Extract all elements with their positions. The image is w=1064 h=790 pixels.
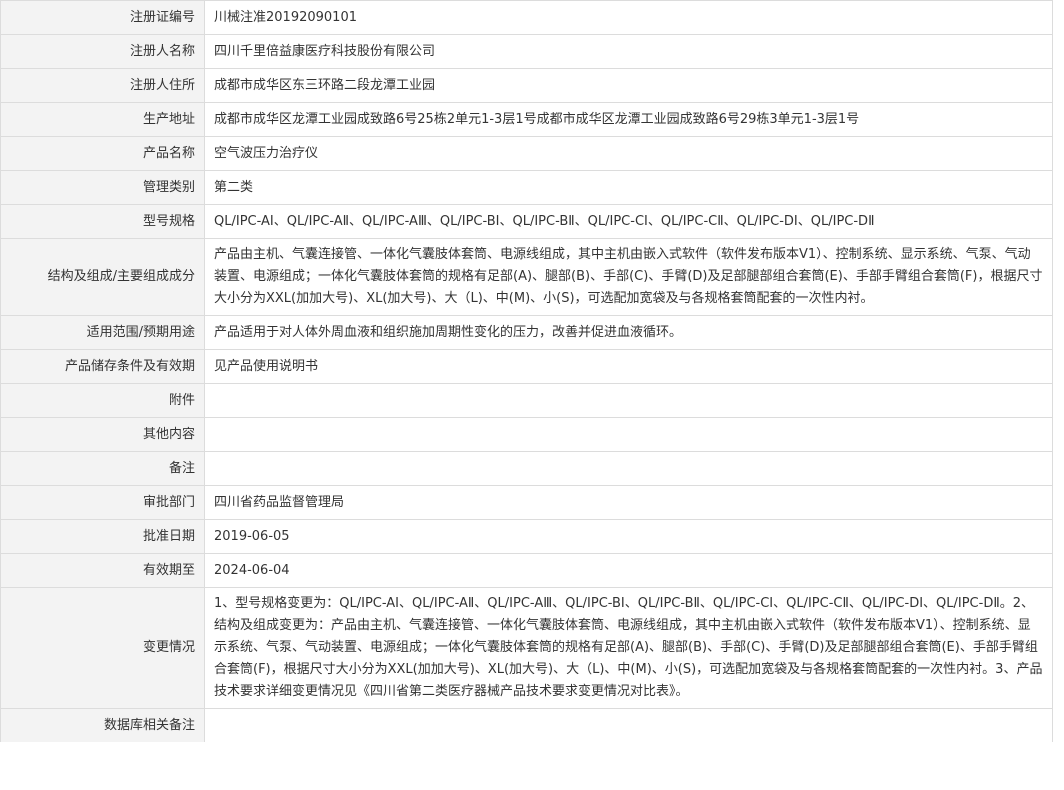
row-label: 型号规格	[0, 204, 205, 239]
row-database-remarks: 数据库相关备注	[0, 708, 1053, 742]
row-label: 适用范围/预期用途	[0, 315, 205, 350]
row-label: 生产地址	[0, 102, 205, 137]
row-label: 管理类别	[0, 170, 205, 205]
row-value: 成都市成华区龙潭工业园成致路6号25栋2单元1-3层1号成都市成华区龙潭工业园成…	[204, 102, 1053, 137]
row-value: 四川千里倍益康医疗科技股份有限公司	[204, 34, 1053, 69]
row-label: 产品名称	[0, 136, 205, 171]
row-value: 2024-06-04	[204, 553, 1053, 588]
row-intended-use: 适用范围/预期用途 产品适用于对人体外周血液和组织施加周期性变化的压力，改善并促…	[0, 315, 1053, 350]
row-value: 成都市成华区东三环路二段龙潭工业园	[204, 68, 1053, 103]
row-other-content: 其他内容	[0, 417, 1053, 452]
row-label: 变更情况	[0, 587, 205, 709]
row-label: 产品储存条件及有效期	[0, 349, 205, 384]
row-product-name: 产品名称 空气波压力治疗仪	[0, 136, 1053, 171]
row-value: 见产品使用说明书	[204, 349, 1053, 384]
row-value: 川械注准20192090101	[204, 0, 1053, 35]
row-valid-until: 有效期至 2024-06-04	[0, 553, 1053, 588]
row-label: 备注	[0, 451, 205, 486]
row-value: 四川省药品监督管理局	[204, 485, 1053, 520]
row-label: 注册证编号	[0, 0, 205, 35]
row-attachment: 附件	[0, 383, 1053, 418]
row-label: 附件	[0, 383, 205, 418]
row-approval-date: 批准日期 2019-06-05	[0, 519, 1053, 554]
row-label: 审批部门	[0, 485, 205, 520]
row-value	[204, 708, 1053, 742]
row-structure-composition: 结构及组成/主要组成成分 产品由主机、气囊连接管、一体化气囊肢体套筒、电源线组成…	[0, 238, 1053, 316]
row-management-category: 管理类别 第二类	[0, 170, 1053, 205]
row-approval-department: 审批部门 四川省药品监督管理局	[0, 485, 1053, 520]
row-value: 2019-06-05	[204, 519, 1053, 554]
row-value: 第二类	[204, 170, 1053, 205]
row-value: 产品适用于对人体外周血液和组织施加周期性变化的压力，改善并促进血液循环。	[204, 315, 1053, 350]
row-label: 注册人住所	[0, 68, 205, 103]
row-registrant-address: 注册人住所 成都市成华区东三环路二段龙潭工业园	[0, 68, 1053, 103]
row-value: 产品由主机、气囊连接管、一体化气囊肢体套筒、电源线组成，其中主机由嵌入式软件（软…	[204, 238, 1053, 316]
row-change-history: 变更情况 1、型号规格变更为：QL/IPC-AⅠ、QL/IPC-AⅡ、QL/IP…	[0, 587, 1053, 709]
row-label: 批准日期	[0, 519, 205, 554]
row-label: 有效期至	[0, 553, 205, 588]
row-label: 注册人名称	[0, 34, 205, 69]
registration-detail-table: 注册证编号 川械注准20192090101 注册人名称 四川千里倍益康医疗科技股…	[0, 0, 1053, 742]
row-production-address: 生产地址 成都市成华区龙潭工业园成致路6号25栋2单元1-3层1号成都市成华区龙…	[0, 102, 1053, 137]
row-remarks: 备注	[0, 451, 1053, 486]
row-registration-number: 注册证编号 川械注准20192090101	[0, 0, 1053, 35]
row-registrant-name: 注册人名称 四川千里倍益康医疗科技股份有限公司	[0, 34, 1053, 69]
row-model-spec: 型号规格 QL/IPC-AⅠ、QL/IPC-AⅡ、QL/IPC-AⅢ、QL/IP…	[0, 204, 1053, 239]
row-value	[204, 383, 1053, 418]
row-value: 空气波压力治疗仪	[204, 136, 1053, 171]
row-value	[204, 451, 1053, 486]
row-value: 1、型号规格变更为：QL/IPC-AⅠ、QL/IPC-AⅡ、QL/IPC-AⅢ、…	[204, 587, 1053, 709]
row-storage-validity: 产品储存条件及有效期 见产品使用说明书	[0, 349, 1053, 384]
row-label: 其他内容	[0, 417, 205, 452]
row-label: 结构及组成/主要组成成分	[0, 238, 205, 316]
row-value	[204, 417, 1053, 452]
row-label: 数据库相关备注	[0, 708, 205, 742]
row-value: QL/IPC-AⅠ、QL/IPC-AⅡ、QL/IPC-AⅢ、QL/IPC-BⅠ、…	[204, 204, 1053, 239]
